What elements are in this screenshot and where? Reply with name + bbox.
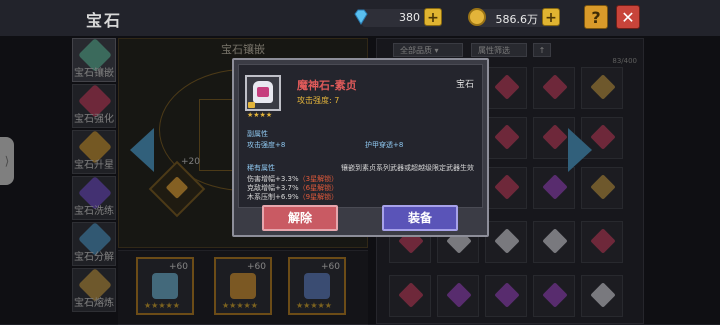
- gem-detail-content: ★★★★ 魔神石-素贞 宝石 攻击强度: 7 副属性 攻击强度+8 护甲穿透+8…: [238, 64, 483, 208]
- rare-stat-line: 木系压制+6.9%（9星解锁）: [247, 192, 338, 202]
- rare-stat-unlock: （6星解锁）: [298, 184, 339, 192]
- help-button[interactable]: ?: [584, 5, 608, 29]
- gem-character-detail: [257, 87, 269, 97]
- diamond-icon: [354, 9, 368, 25]
- gem-amount: 380: [399, 11, 420, 24]
- gem-item-frame: [245, 75, 281, 111]
- gem-main-stat: 攻击强度: 7: [297, 96, 340, 105]
- sub-attributes-title: 副属性: [247, 130, 268, 138]
- rare-stat-text: 伤害增幅+3.3%: [247, 175, 299, 183]
- gold-currency: 586.6万 +: [468, 8, 560, 27]
- remove-button[interactable]: 解除: [262, 205, 338, 231]
- gold-amount: 586.6万: [495, 13, 539, 26]
- sub-stat-attack: 攻击强度+8: [247, 141, 286, 149]
- rare-stat-unlock: （3星解锁）: [298, 175, 339, 183]
- rare-attributes-note: 镶嵌到素贞系列武器或超越级限定武器生效: [341, 164, 474, 172]
- coin-icon: [468, 8, 486, 26]
- gem-name: 魔神石-素贞: [297, 79, 357, 92]
- add-gems-button[interactable]: +: [424, 8, 442, 26]
- rare-stat-text: 木系压制+6.9%: [247, 193, 299, 201]
- add-gold-button[interactable]: +: [542, 8, 560, 26]
- equip-button[interactable]: 装备: [382, 205, 458, 231]
- lock-icon: [248, 102, 255, 108]
- gem-detail-popup: ★★★★ 魔神石-素贞 宝石 攻击强度: 7 副属性 攻击强度+8 护甲穿透+8…: [232, 58, 489, 237]
- gem-stars: ★★★★: [247, 111, 273, 119]
- top-bar: 宝石 380 + 586.6万 + ? ✕: [0, 0, 720, 36]
- rare-stat-text: 克敌增幅+3.7%: [247, 184, 299, 192]
- page-title: 宝石: [86, 11, 123, 30]
- gem-currency: 380 +: [354, 8, 442, 27]
- rare-stat-unlock: （9星解锁）: [298, 193, 339, 201]
- close-button[interactable]: ✕: [616, 5, 640, 29]
- gem-type: 宝石: [455, 80, 474, 90]
- sub-stat-armor-pen: 护甲穿透+8: [365, 141, 404, 149]
- rare-attributes-title: 稀有属性: [247, 164, 275, 172]
